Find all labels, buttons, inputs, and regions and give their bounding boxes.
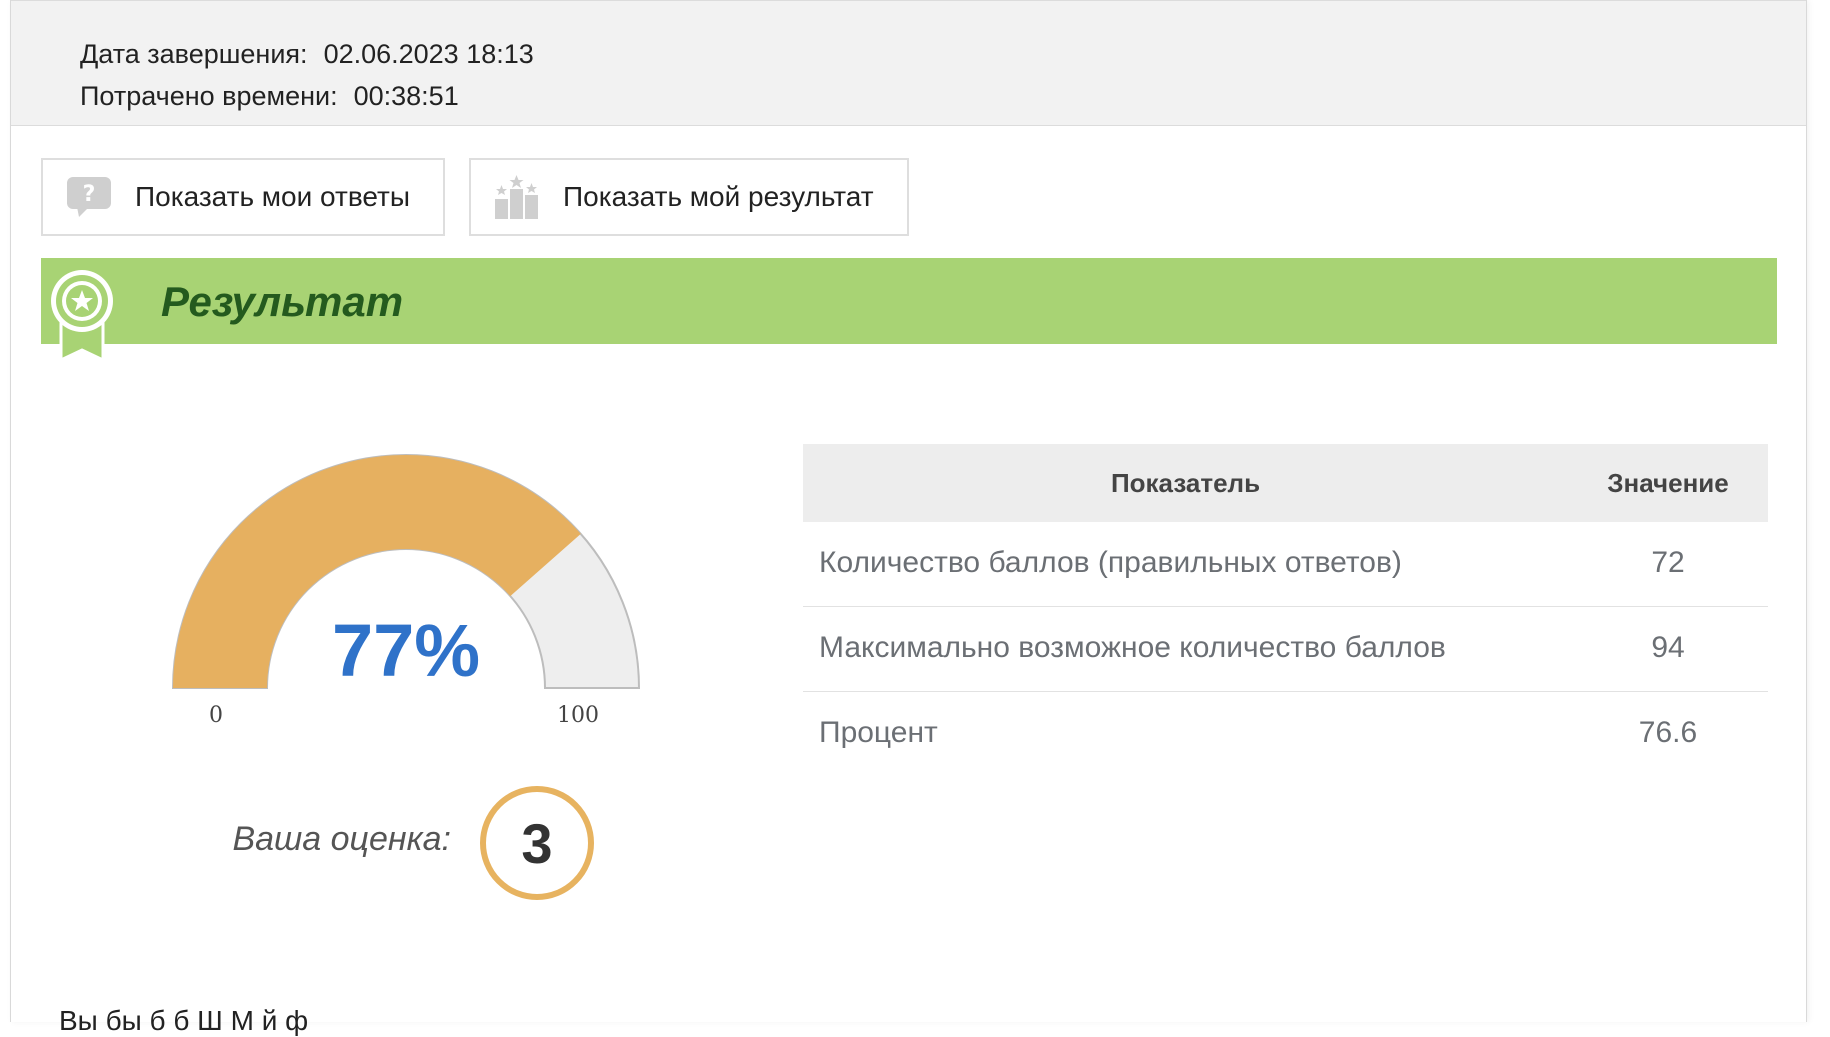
svg-text:?: ? bbox=[83, 182, 96, 207]
completion-date: Дата завершения: 02.06.2023 18:13 bbox=[80, 39, 534, 70]
results-page: Дата завершения: 02.06.2023 18:13 Потраче… bbox=[10, 0, 1807, 1036]
show-result-label: Показать мой результат bbox=[563, 181, 874, 212]
gauge-max-label: 100 bbox=[557, 703, 599, 728]
table-row: Максимально возможное количество баллов … bbox=[803, 607, 1768, 692]
header-value: Значение bbox=[1607, 468, 1729, 498]
award-ribbon-icon bbox=[51, 270, 113, 363]
results-table: Показатель Значение Количество баллов (п… bbox=[803, 444, 1768, 776]
table-row: Процент 76.6 bbox=[803, 692, 1768, 776]
show-answers-label: Показать мои ответы bbox=[135, 181, 410, 212]
question-bubble-icon: ? bbox=[67, 177, 111, 217]
score-gauge bbox=[171, 454, 641, 689]
time-spent-label: Потрачено времени: bbox=[80, 81, 338, 111]
header-indicator: Показатель bbox=[1110, 468, 1261, 498]
gauge-min-label: 0 bbox=[209, 703, 223, 728]
grade-value: 3 bbox=[521, 811, 553, 875]
table-row: Количество баллов (правильных ответов) 7… bbox=[803, 522, 1768, 607]
info-bar: Дата завершения: 02.06.2023 18:13 Потраче… bbox=[11, 0, 1806, 126]
row-label: Процент bbox=[819, 716, 938, 749]
gauge-percent: 77% bbox=[331, 609, 481, 692]
grade-badge: 3 bbox=[480, 786, 594, 900]
completion-date-value: 02.06.2023 18:13 bbox=[323, 39, 534, 69]
table-header: Показатель Значение bbox=[803, 444, 1768, 522]
row-value: 72 bbox=[1651, 546, 1685, 579]
row-label: Количество баллов (правильных ответов) bbox=[819, 546, 1402, 579]
show-result-button[interactable]: Показать мой результат bbox=[469, 158, 909, 236]
time-spent-value: 00:38:51 bbox=[353, 81, 459, 111]
result-banner: Результат bbox=[41, 258, 1777, 344]
row-value: 94 bbox=[1651, 631, 1685, 664]
time-spent: Потрачено времени: 00:38:51 bbox=[80, 81, 459, 112]
show-answers-button[interactable]: ? Показать мои ответы bbox=[41, 158, 445, 236]
footer-text: Вы бы б б Ш М й ф bbox=[59, 1005, 309, 1036]
podium-icon bbox=[495, 175, 538, 219]
row-value: 76.6 bbox=[1638, 716, 1698, 749]
grade-label: Ваша оценка: bbox=[232, 820, 451, 858]
row-label: Максимально возможное количество баллов bbox=[819, 631, 1446, 664]
completion-date-label: Дата завершения: bbox=[80, 39, 308, 69]
result-title: Результат bbox=[161, 278, 404, 325]
